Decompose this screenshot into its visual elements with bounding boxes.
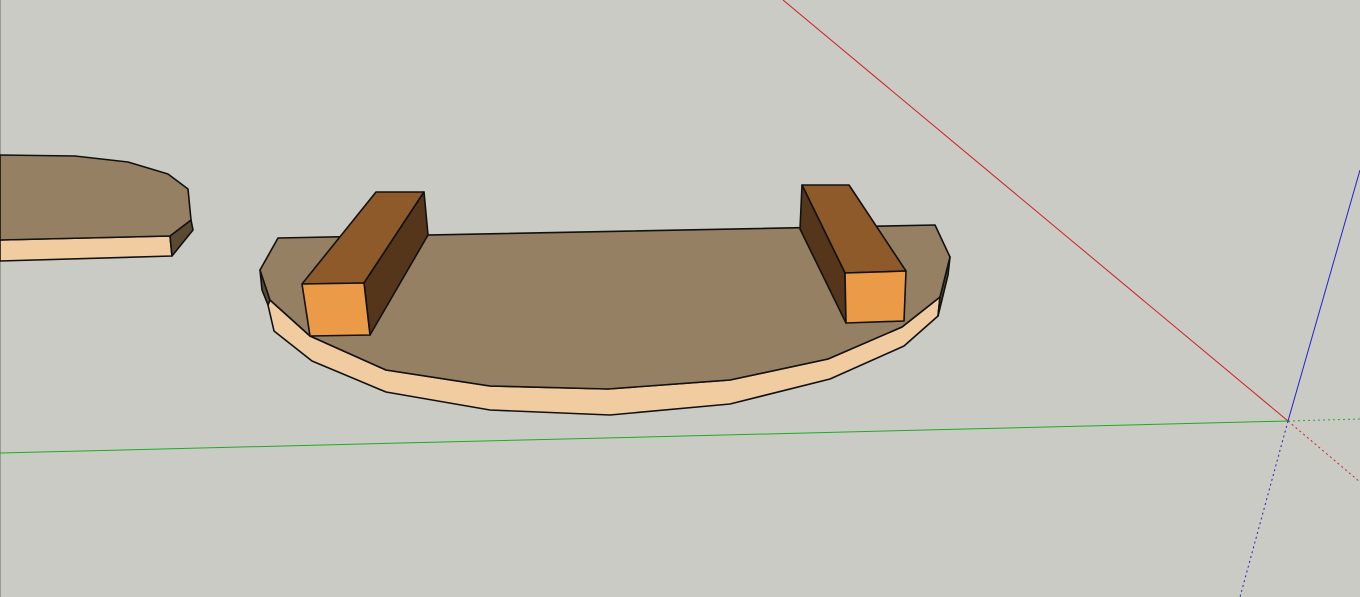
3d-viewport[interactable] <box>0 0 1360 597</box>
partial-board-left[interactable] <box>0 154 194 262</box>
green-axis <box>0 420 1289 454</box>
blue-axis-negative <box>1239 420 1289 597</box>
red-axis-negative <box>1287 420 1360 483</box>
blue-axis <box>1287 169 1360 422</box>
green-axis-positive <box>1287 418 1360 422</box>
block-left-front <box>301 282 371 337</box>
partial-board-top <box>0 154 192 241</box>
scene-canvas[interactable] <box>0 0 1360 597</box>
block-right-front <box>844 270 907 324</box>
